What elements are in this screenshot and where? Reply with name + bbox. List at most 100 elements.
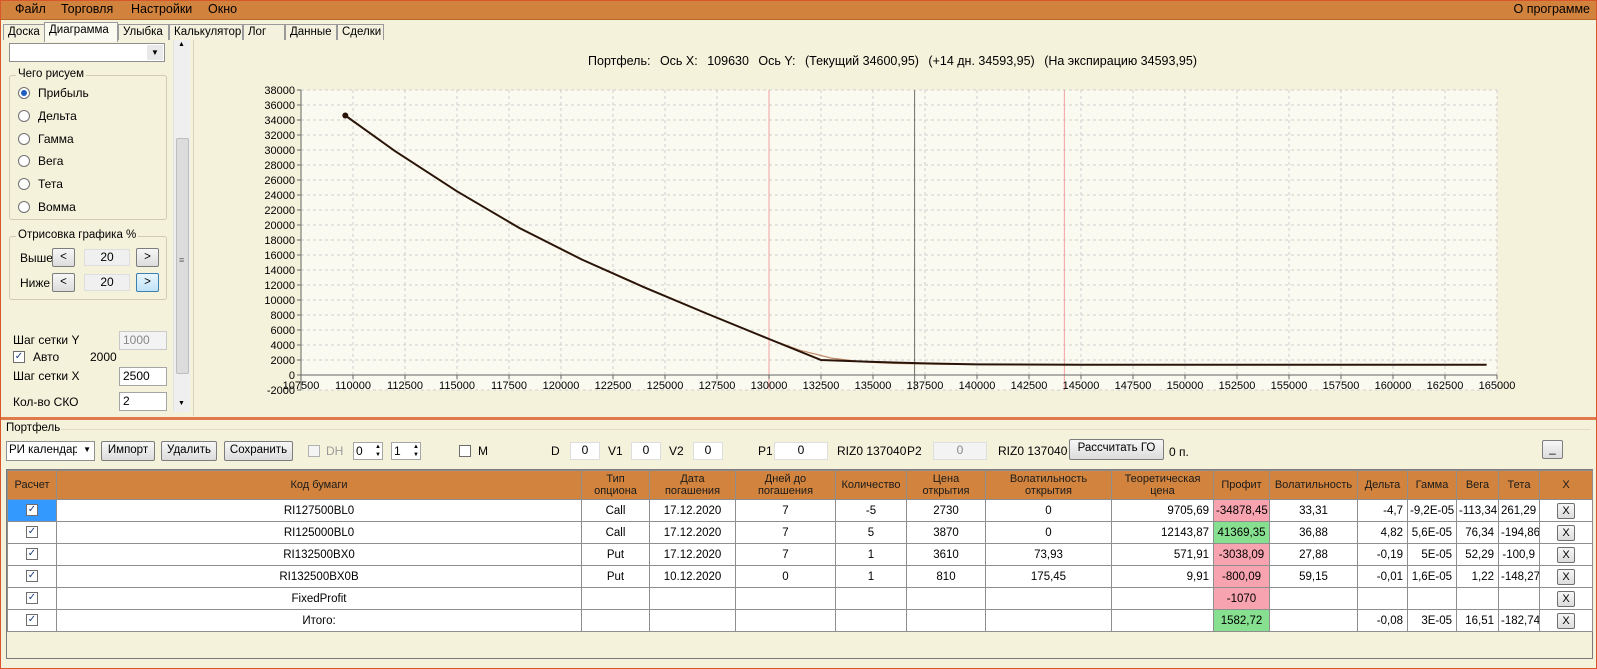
cell-theta: -194,86 (1498, 521, 1540, 544)
header-theta[interactable]: Тета (1498, 470, 1540, 500)
remove-row-button[interactable]: X (1557, 502, 1575, 519)
dh-spin-1[interactable]: 0 ▲ ▼ (353, 442, 383, 460)
cell-delta: -4,7 (1357, 499, 1408, 522)
radio-button[interactable] (18, 155, 30, 167)
table-row[interactable]: ✓ RI132500BX0 Put 17.12.2020 7 1 3610 73,93 571,… (7, 543, 1593, 566)
header-gamma[interactable]: Гамма (1407, 470, 1457, 500)
p2-value[interactable]: 0 (933, 442, 987, 460)
cell-calc[interactable]: ✓ (7, 565, 57, 588)
header-qty[interactable]: Количество (835, 470, 907, 500)
remove-row-button[interactable]: X (1557, 568, 1575, 585)
calc-checkbox[interactable]: ✓ (26, 592, 38, 605)
x-tick-label: 117500 (491, 380, 527, 392)
header-vega[interactable]: Вега (1456, 470, 1499, 500)
delete-button[interactable]: Удалить (161, 441, 217, 461)
header-delta[interactable]: Дельта (1357, 470, 1408, 500)
portfolio-combo[interactable]: РИ календарь ▼ (6, 441, 95, 461)
header-profit[interactable]: Профит (1213, 470, 1270, 500)
radio-button[interactable] (18, 178, 30, 190)
scroll-up-icon[interactable]: ▲ (178, 41, 185, 48)
table-row[interactable]: ✓ FixedProfit -1070 X (7, 587, 1593, 610)
table-row[interactable]: ✓ RI132500BX0B Put 10.12.2020 0 1 810 175,45 9,9… (7, 565, 1593, 588)
remove-row-button[interactable]: X (1557, 524, 1575, 541)
calc-checkbox[interactable]: ✓ (26, 504, 38, 517)
below-decrease-button[interactable]: < (52, 273, 75, 292)
auto-checkbox[interactable]: ✓ (13, 351, 25, 363)
below-increase-button[interactable]: > (136, 273, 159, 292)
m-checkbox[interactable] (459, 445, 471, 457)
portfolio-select[interactable]: ▼ (9, 43, 165, 62)
header-days[interactable]: Дней до погашения (735, 470, 836, 500)
tab-diagram[interactable]: Диаграмма (44, 22, 118, 42)
below-value[interactable]: 20 (84, 274, 130, 291)
above-value[interactable]: 20 (84, 249, 130, 266)
calc-checkbox[interactable]: ✓ (26, 570, 38, 583)
table-row[interactable]: ✓ RI125000BL0 Call 17.12.2020 7 5 3870 0 12143,8… (7, 521, 1593, 544)
cell-open-price: 3610 (906, 543, 986, 566)
cell-calc[interactable]: ✓ (7, 609, 57, 632)
y-tick-label: 26000 (264, 175, 295, 187)
tab-data[interactable]: Данные (285, 24, 337, 41)
cell-calc[interactable]: ✓ (7, 521, 57, 544)
above-decrease-button[interactable]: < (52, 248, 75, 267)
grid-y-input[interactable]: 1000 (119, 331, 167, 350)
header-date[interactable]: Дата погашения (649, 470, 736, 500)
menu-window[interactable]: Окно (208, 2, 237, 16)
grid-x-input[interactable]: 2500 (119, 367, 167, 386)
dh-checkbox[interactable] (308, 445, 320, 457)
remove-row-button[interactable]: X (1557, 590, 1575, 607)
spin-arrows-icon[interactable]: ▲ ▼ (413, 443, 419, 459)
cell-vega: -113,34 (1456, 499, 1499, 522)
v1-value[interactable]: 0 (631, 442, 661, 460)
calculate-go-button[interactable]: Рассчитать ГО (1069, 439, 1164, 460)
d-value[interactable]: 0 (570, 442, 600, 460)
cell-calc[interactable]: ✓ (7, 499, 57, 522)
calc-checkbox[interactable]: ✓ (26, 614, 38, 627)
dh-spin-2[interactable]: 1 ▲ ▼ (391, 442, 421, 460)
header-open-vol[interactable]: Волатильность открытия (985, 470, 1112, 500)
calc-checkbox[interactable]: ✓ (26, 526, 38, 539)
menu-settings[interactable]: Настройки (131, 2, 192, 16)
chevron-down-icon: ▼ (147, 45, 163, 60)
p1-value[interactable]: 0 (774, 442, 828, 460)
cell-theo-price (1111, 587, 1214, 610)
header-vol[interactable]: Волатильность (1269, 470, 1358, 500)
cell-calc[interactable]: ✓ (7, 587, 57, 610)
above-increase-button[interactable]: > (136, 248, 159, 267)
tab-smile[interactable]: Улыбка (118, 24, 169, 41)
menu-about[interactable]: О программе (1514, 2, 1590, 16)
header-code[interactable]: Код бумаги (56, 470, 582, 500)
left-panel-scrollbar[interactable]: ▲ ▼ (173, 40, 190, 412)
minimize-button[interactable]: _ (1542, 440, 1563, 459)
radio-button[interactable] (18, 201, 30, 213)
radio-button[interactable] (18, 110, 30, 122)
import-button[interactable]: Импорт (101, 441, 155, 461)
tab-board[interactable]: Доска (3, 24, 45, 41)
radio-button[interactable] (18, 133, 30, 145)
remove-row-button[interactable]: X (1557, 612, 1575, 629)
tab-deals[interactable]: Сделки (337, 24, 384, 41)
spin-arrows-icon[interactable]: ▲ ▼ (375, 443, 381, 459)
splitter[interactable] (1, 417, 1596, 420)
menu-trading[interactable]: Торговля (61, 2, 113, 16)
profit-chart[interactable]: -200002000400060008000100001200014000160… (195, 40, 1596, 416)
header-theo-price[interactable]: Теоретическая цена (1111, 470, 1214, 500)
header-calc[interactable]: Расчет (7, 470, 57, 500)
sko-input[interactable]: 2 (119, 392, 167, 411)
cell-calc[interactable]: ✓ (7, 543, 57, 566)
cell-gamma: 3E-05 (1407, 609, 1457, 632)
tab-log[interactable]: Лог (243, 24, 285, 41)
save-button[interactable]: Сохранить (224, 441, 293, 461)
header-x[interactable]: X (1539, 470, 1593, 500)
radio-button[interactable] (18, 87, 30, 99)
table-row[interactable]: ✓ RI127500BL0 Call 17.12.2020 7 -5 2730 0 9705,6… (7, 499, 1593, 522)
header-type[interactable]: Тип опциона (581, 470, 650, 500)
scroll-down-icon[interactable]: ▼ (178, 400, 185, 407)
header-open-price[interactable]: Цена открытия (906, 470, 986, 500)
calc-checkbox[interactable]: ✓ (26, 548, 38, 561)
v2-value[interactable]: 0 (693, 442, 723, 460)
table-row[interactable]: ✓ Итого: 1582,72 -0,08 3E-05 16,51 -182,74 X (7, 609, 1593, 632)
menu-file[interactable]: Файл (15, 2, 46, 16)
remove-row-button[interactable]: X (1557, 546, 1575, 563)
tab-calculator[interactable]: Калькулятор (169, 24, 243, 41)
